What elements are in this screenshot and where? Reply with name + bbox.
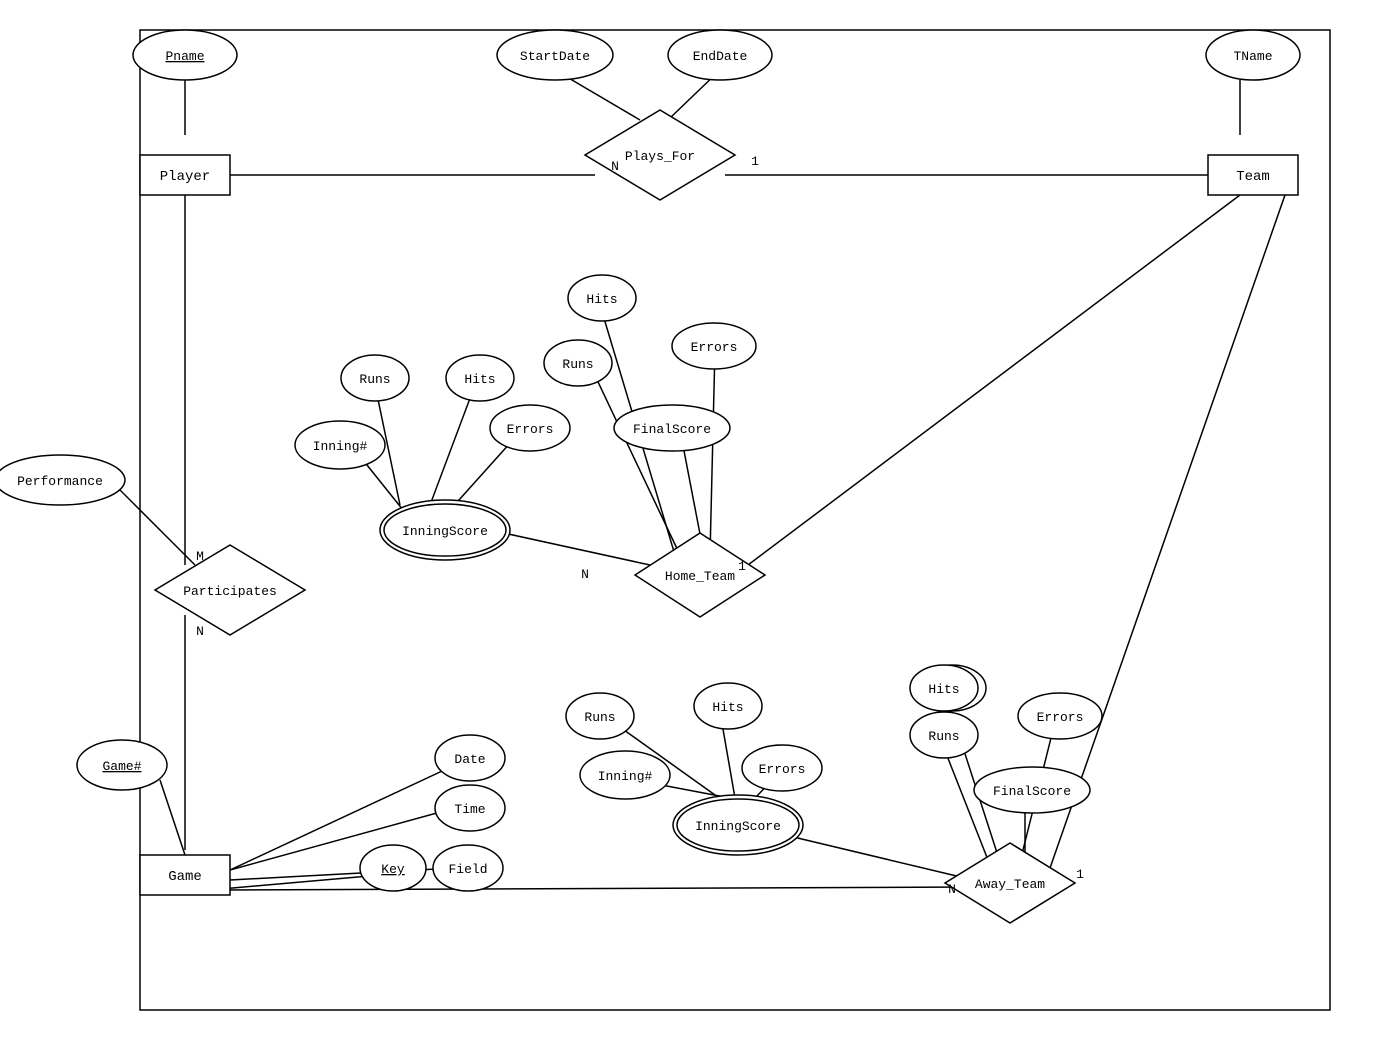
shapes-layer: Player Team Game Plays_For Participates Home_… — [0, 30, 1300, 923]
svg-text:Home_Team: Home_Team — [665, 569, 735, 584]
svg-text:Participates: Participates — [183, 584, 277, 599]
svg-text:1: 1 — [751, 154, 759, 169]
svg-text:Runs: Runs — [584, 710, 615, 725]
svg-text:Time: Time — [454, 802, 485, 817]
svg-text:Away_Team: Away_Team — [975, 877, 1045, 892]
svg-text:Hits: Hits — [712, 700, 743, 715]
svg-text:Key: Key — [381, 862, 405, 877]
diagram-canvas: Player Team Game Plays_For Participates Home_… — [0, 0, 1384, 1050]
svg-text:Performance: Performance — [17, 474, 103, 489]
er-diagram: Player Team Game Plays_For Participates Home_… — [0, 0, 1384, 1050]
svg-text:N: N — [581, 567, 589, 582]
svg-text:Runs: Runs — [562, 357, 593, 372]
svg-text:Runs: Runs — [928, 729, 959, 744]
svg-text:N: N — [611, 159, 619, 174]
svg-text:StartDate: StartDate — [520, 49, 590, 64]
svg-text:N: N — [196, 624, 204, 639]
svg-text:Team: Team — [1236, 169, 1270, 185]
svg-text:InningScore: InningScore — [402, 524, 488, 539]
svg-text:Hits: Hits — [464, 372, 495, 387]
svg-text:Hits: Hits — [586, 292, 617, 307]
svg-text:1: 1 — [1076, 867, 1084, 882]
svg-text:FinalScore: FinalScore — [633, 422, 711, 437]
svg-text:InningScore: InningScore — [695, 819, 781, 834]
svg-text:Hits: Hits — [928, 682, 959, 697]
lines-layer — [110, 30, 1330, 1010]
svg-text:TName: TName — [1233, 49, 1272, 64]
svg-text:EndDate: EndDate — [693, 49, 748, 64]
svg-text:Runs: Runs — [359, 372, 390, 387]
svg-text:1: 1 — [738, 559, 746, 574]
svg-text:M: M — [196, 549, 204, 564]
svg-text:Plays_For: Plays_For — [625, 149, 695, 164]
svg-text:Errors: Errors — [507, 422, 554, 437]
svg-text:FinalScore: FinalScore — [993, 784, 1071, 799]
svg-text:Errors: Errors — [759, 762, 806, 777]
svg-text:Field: Field — [448, 862, 487, 877]
svg-text:Errors: Errors — [691, 340, 738, 355]
svg-text:Pname: Pname — [165, 49, 204, 64]
svg-text:Errors: Errors — [1037, 710, 1084, 725]
svg-text:Game: Game — [168, 869, 202, 885]
svg-text:N: N — [948, 882, 956, 897]
svg-text:Inning#: Inning# — [313, 439, 368, 454]
svg-text:Inning#: Inning# — [598, 769, 653, 784]
svg-text:Date: Date — [454, 752, 485, 767]
svg-text:Game#: Game# — [102, 759, 141, 774]
svg-text:Player: Player — [160, 169, 210, 185]
